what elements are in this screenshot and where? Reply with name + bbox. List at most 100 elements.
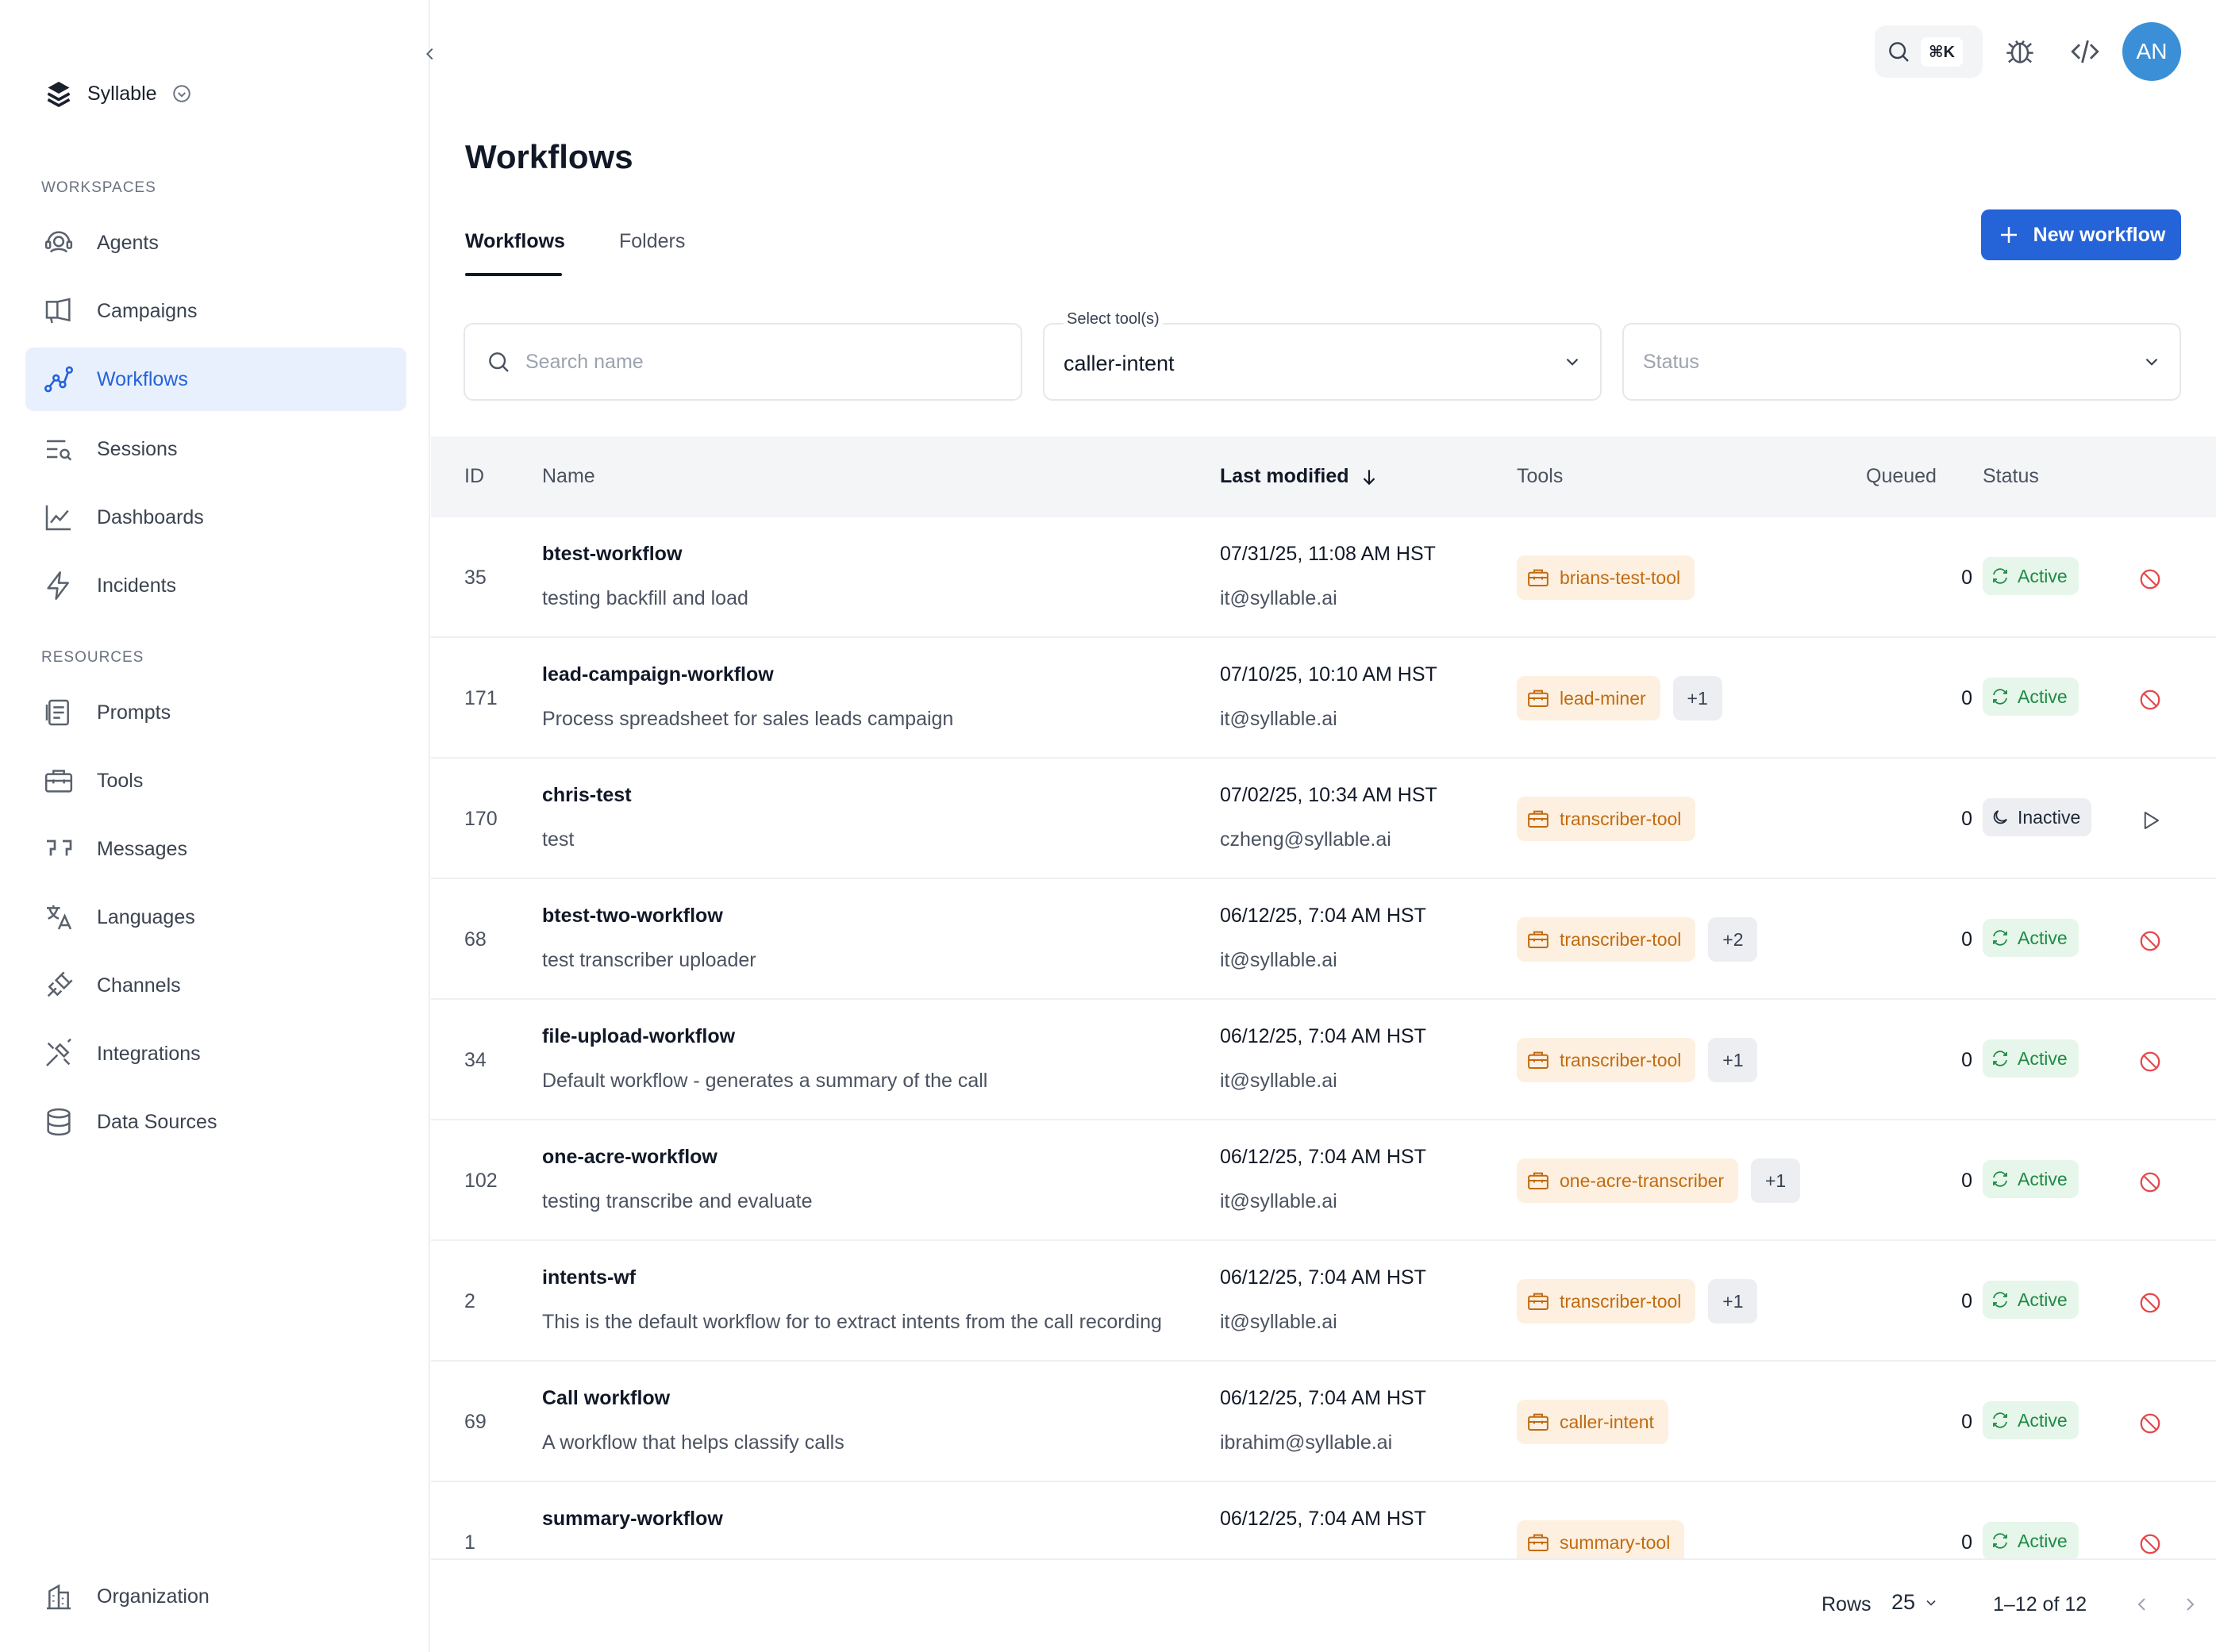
tool-chip[interactable]: caller-intent bbox=[1517, 1400, 1668, 1444]
deactivate-button[interactable] bbox=[2134, 1528, 2166, 1558]
tool-chip[interactable]: brians-test-tool bbox=[1517, 555, 1695, 600]
sidebar: Syllable WORKSPACES RESOURCES Agents Cam… bbox=[0, 0, 430, 1652]
table-row[interactable]: 68 btest-two-workflow test transcriber u… bbox=[431, 879, 2216, 1000]
sessions-icon bbox=[41, 432, 76, 467]
table-row[interactable]: 170 chris-test test 07/02/25, 10:34 AM H… bbox=[431, 759, 2216, 879]
deactivate-button[interactable] bbox=[2134, 1166, 2166, 1198]
column-header-last-modified[interactable]: Last modified bbox=[1220, 465, 1379, 488]
status-placeholder: Status bbox=[1643, 350, 1699, 373]
tool-chip[interactable]: transcriber-tool bbox=[1517, 1038, 1696, 1082]
workflow-name[interactable]: intents-wf bbox=[542, 1266, 636, 1289]
table-row[interactable]: 1 summary-workflow 06/12/25, 7:04 AM HST… bbox=[431, 1482, 2216, 1558]
workflow-description: testing transcribe and evaluate bbox=[542, 1190, 813, 1212]
sidebar-item-messages[interactable]: Messages bbox=[25, 817, 406, 881]
deactivate-button[interactable] bbox=[2134, 1408, 2166, 1439]
sidebar-item-dashboards[interactable]: Dashboards bbox=[25, 486, 406, 549]
next-page-button[interactable] bbox=[2174, 1589, 2206, 1620]
tab-workflows[interactable]: Workflows bbox=[465, 230, 565, 253]
bug-report-button[interactable] bbox=[2000, 32, 2040, 71]
activate-button[interactable] bbox=[2134, 805, 2166, 836]
deactivate-button[interactable] bbox=[2134, 925, 2166, 957]
previous-page-button[interactable] bbox=[2126, 1589, 2158, 1620]
sidebar-item-channels[interactable]: Channels bbox=[25, 954, 406, 1017]
sidebar-item-tools[interactable]: Tools bbox=[25, 749, 406, 813]
deactivate-button[interactable] bbox=[2134, 1046, 2166, 1078]
tab-folders[interactable]: Folders bbox=[619, 230, 685, 253]
workflow-name[interactable]: lead-campaign-workflow bbox=[542, 663, 774, 686]
refresh-icon bbox=[1991, 1170, 2010, 1189]
status-cell: Active bbox=[1983, 919, 2079, 957]
toolbox-icon bbox=[1526, 1289, 1550, 1313]
sidebar-item-agents[interactable]: Agents bbox=[25, 211, 406, 275]
sidebar-item-data-sources[interactable]: Data Sources bbox=[25, 1090, 406, 1154]
table-row[interactable]: 171 lead-campaign-workflow Process sprea… bbox=[431, 638, 2216, 759]
table-row[interactable]: 102 one-acre-workflow testing transcribe… bbox=[431, 1120, 2216, 1241]
table-row[interactable]: 34 file-upload-workflow Default workflow… bbox=[431, 1000, 2216, 1120]
rows-per-page-select[interactable]: 25 bbox=[1891, 1590, 1939, 1615]
table-row[interactable]: 35 btest-workflow testing backfill and l… bbox=[431, 517, 2216, 638]
sidebar-item-prompts[interactable]: Prompts bbox=[25, 681, 406, 744]
new-workflow-label: New workflow bbox=[2033, 223, 2166, 246]
deactivate-button[interactable] bbox=[2134, 563, 2166, 595]
sidebar-item-campaigns[interactable]: Campaigns bbox=[25, 279, 406, 343]
column-header-id[interactable]: ID bbox=[464, 465, 484, 488]
tool-chip[interactable]: transcriber-tool bbox=[1517, 797, 1696, 841]
global-search-button[interactable]: ⌘K bbox=[1875, 25, 1983, 78]
workflow-name[interactable]: btest-two-workflow bbox=[542, 905, 723, 928]
toolbox-icon bbox=[1526, 1169, 1550, 1193]
column-header-name[interactable]: Name bbox=[542, 465, 595, 488]
deactivate-button[interactable] bbox=[2134, 684, 2166, 716]
workflow-description: Default workflow - generates a summary o… bbox=[542, 1070, 988, 1092]
status-select[interactable]: Status bbox=[1622, 323, 2181, 401]
table-row[interactable]: 69 Call workflow A workflow that helps c… bbox=[431, 1362, 2216, 1482]
workflow-name[interactable]: Call workflow bbox=[542, 1387, 670, 1410]
more-tools-chip[interactable]: +1 bbox=[1708, 1279, 1758, 1324]
api-code-button[interactable] bbox=[2065, 32, 2105, 71]
column-header-queued[interactable]: Queued bbox=[1866, 465, 1937, 488]
workflow-name[interactable]: chris-test bbox=[542, 784, 632, 807]
tool-chip-label: transcriber-tool bbox=[1560, 1049, 1682, 1070]
more-tools-chip[interactable]: +1 bbox=[1708, 1038, 1758, 1082]
status-cell: Active bbox=[1983, 1039, 2079, 1078]
tool-chip[interactable]: transcriber-tool bbox=[1517, 917, 1696, 962]
more-tools-chip[interactable]: +2 bbox=[1708, 917, 1758, 962]
workflow-id: 1 bbox=[464, 1531, 475, 1554]
integration-plug-icon bbox=[41, 1036, 76, 1071]
sidebar-item-organization[interactable]: Organization bbox=[25, 1565, 406, 1628]
user-avatar[interactable]: AN bbox=[2122, 22, 2181, 81]
sidebar-item-integrations[interactable]: Integrations bbox=[25, 1022, 406, 1085]
sidebar-item-incidents[interactable]: Incidents bbox=[25, 554, 406, 617]
more-tools-chip[interactable]: +1 bbox=[1751, 1158, 1801, 1203]
sidebar-item-label: Dashboards bbox=[97, 505, 204, 528]
new-workflow-button[interactable]: New workflow bbox=[1981, 209, 2181, 260]
table-row[interactable]: 2 intents-wf This is the default workflo… bbox=[431, 1241, 2216, 1362]
workspace-switcher[interactable]: Syllable bbox=[44, 79, 192, 108]
tool-chip[interactable]: transcriber-tool bbox=[1517, 1279, 1696, 1324]
deactivate-button[interactable] bbox=[2134, 1287, 2166, 1319]
sidebar-item-workflows[interactable]: Workflows bbox=[25, 348, 406, 411]
tool-chip[interactable]: one-acre-transcriber bbox=[1517, 1158, 1739, 1203]
tool-chip[interactable]: summary-tool bbox=[1517, 1520, 1685, 1558]
column-header-tools[interactable]: Tools bbox=[1517, 465, 1563, 488]
workflow-icon bbox=[41, 362, 76, 397]
workflow-description: A workflow that helps classify calls bbox=[542, 1431, 844, 1454]
column-header-status[interactable]: Status bbox=[1983, 465, 2039, 488]
translate-icon bbox=[41, 900, 76, 935]
more-tools-chip[interactable]: +1 bbox=[1672, 676, 1722, 720]
workflow-name[interactable]: file-upload-workflow bbox=[542, 1025, 735, 1048]
workflow-name[interactable]: summary-workflow bbox=[542, 1508, 723, 1531]
section-label-resources: RESOURCES bbox=[41, 649, 144, 666]
tool-select[interactable]: Select tool(s) caller-intent bbox=[1043, 310, 1602, 401]
chevron-down-icon bbox=[2141, 352, 2162, 372]
plus-icon bbox=[1997, 223, 2021, 247]
sidebar-item-sessions[interactable]: Sessions bbox=[25, 417, 406, 481]
collapse-sidebar-button[interactable] bbox=[414, 38, 446, 70]
last-modified-date: 06/12/25, 7:04 AM HST bbox=[1220, 1508, 1426, 1530]
app-window: Syllable WORKSPACES RESOURCES Agents Cam… bbox=[0, 0, 2216, 1652]
search-input[interactable]: Search name bbox=[464, 323, 1022, 401]
workflow-name[interactable]: btest-workflow bbox=[542, 543, 682, 566]
workflow-name[interactable]: one-acre-workflow bbox=[542, 1146, 718, 1169]
chevron-left-icon bbox=[2133, 1595, 2152, 1614]
tool-chip[interactable]: lead-miner bbox=[1517, 676, 1660, 720]
sidebar-item-languages[interactable]: Languages bbox=[25, 886, 406, 949]
